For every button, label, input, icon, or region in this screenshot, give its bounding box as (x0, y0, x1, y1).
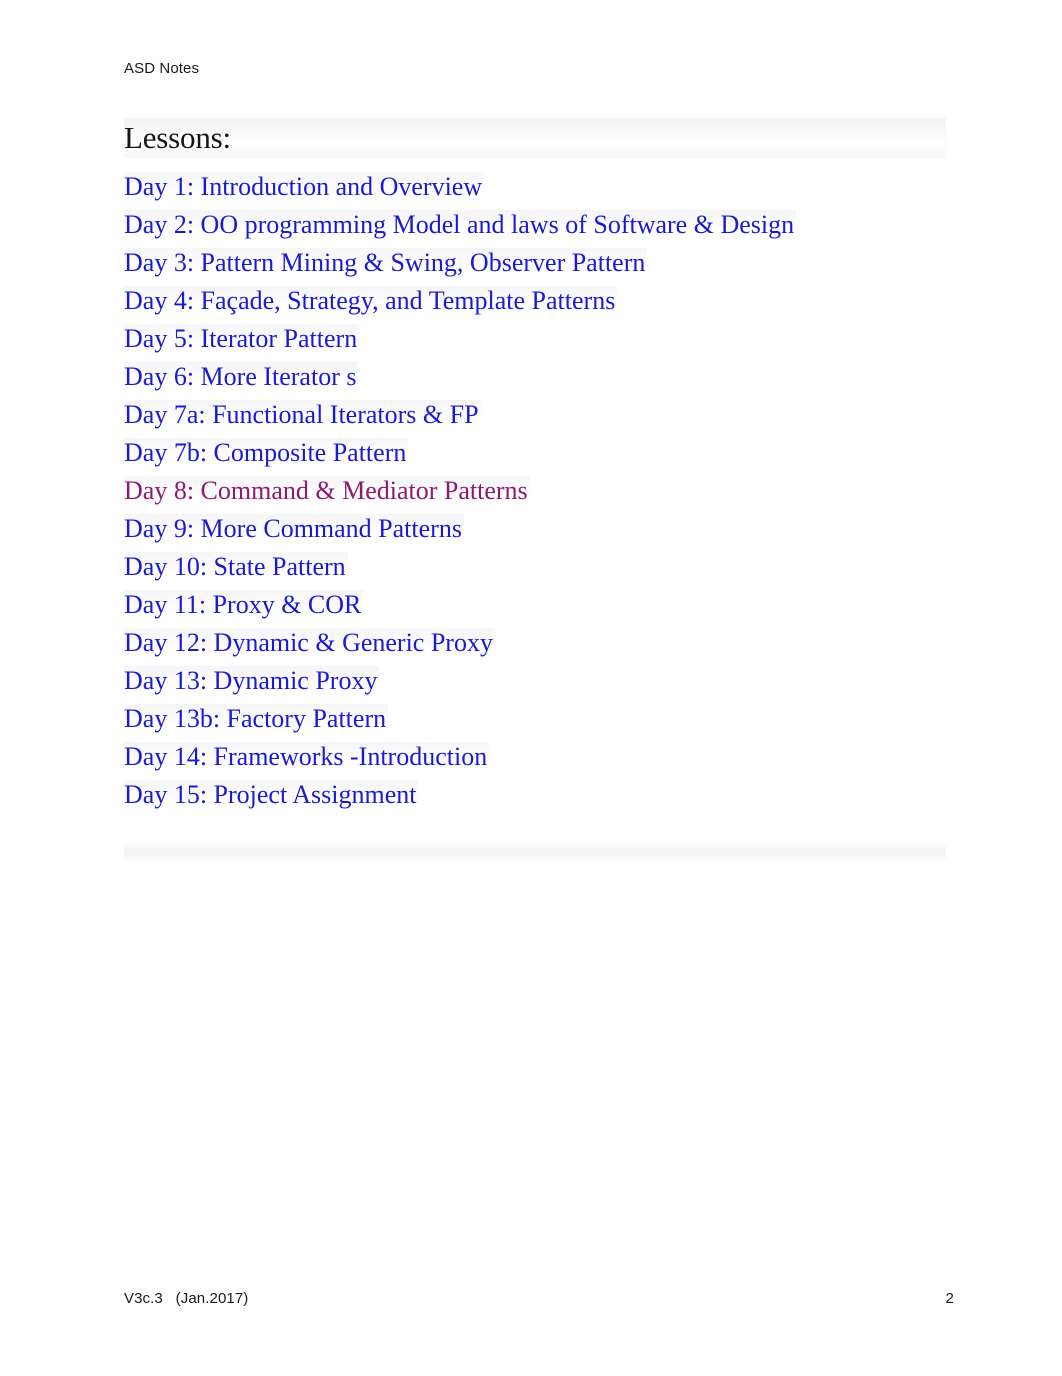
lesson-list-item: Day 7a: Functional Iterators & FP (124, 396, 954, 434)
lesson-link-7[interactable]: Day 7a: Functional Iterators & FP (124, 400, 481, 429)
running-footer: V3c.3 (Jan.2017) 2 (124, 1290, 954, 1308)
lesson-link-15[interactable]: Day 13b: Factory Pattern (124, 704, 389, 733)
footer-version-label: V3c.3 (Jan.2017) (124, 1290, 249, 1307)
lesson-list-item: Day 7b: Composite Pattern (124, 434, 954, 472)
lesson-link-list: Day 1: Introduction and Overview Day 2: O… (124, 168, 954, 814)
lesson-list-item: Day 1: Introduction and Overview (124, 168, 954, 206)
lesson-link-5[interactable]: Day 5: Iterator Pattern (124, 324, 360, 353)
lesson-list-item: Day 4: Façade, Strategy, and Template Pa… (124, 282, 954, 320)
lesson-list-item: Day 13: Dynamic Proxy (124, 662, 954, 700)
lesson-link-14[interactable]: Day 13: Dynamic Proxy (124, 666, 380, 695)
lesson-link-12[interactable]: Day 11: Proxy & COR (124, 590, 364, 619)
lesson-list-item: Day 2: OO programming Model and laws of … (124, 206, 954, 244)
lesson-link-11[interactable]: Day 10: State Pattern (124, 552, 348, 581)
lesson-list-item: Day 12: Dynamic & Generic Proxy (124, 624, 954, 662)
lesson-link-16[interactable]: Day 14: Frameworks -Introduction (124, 742, 490, 771)
list-separator-band (124, 842, 946, 862)
lesson-link-9[interactable]: Day 8: Command & Mediator Patterns (124, 476, 530, 505)
lesson-link-1[interactable]: Day 1: Introduction and Overview (124, 172, 485, 201)
lesson-link-8[interactable]: Day 7b: Composite Pattern (124, 438, 409, 467)
lesson-list-item: Day 13b: Factory Pattern (124, 700, 954, 738)
running-header: ASD Notes (124, 60, 200, 77)
lesson-list-item: Day 8: Command & Mediator Patterns (124, 472, 954, 510)
lesson-list-item: Day 5: Iterator Pattern (124, 320, 954, 358)
lesson-link-13[interactable]: Day 12: Dynamic & Generic Proxy (124, 628, 495, 657)
lesson-list-item: Day 6: More Iterator s (124, 358, 954, 396)
lesson-link-17[interactable]: Day 15: Project Assignment (124, 780, 419, 809)
lesson-link-4[interactable]: Day 4: Façade, Strategy, and Template Pa… (124, 286, 618, 315)
lesson-list-item: Day 3: Pattern Mining & Swing, Observer … (124, 244, 954, 282)
footer-page-number: 2 (945, 1290, 954, 1307)
lesson-link-3[interactable]: Day 3: Pattern Mining & Swing, Observer … (124, 248, 648, 277)
lesson-list-item: Day 11: Proxy & COR (124, 586, 954, 624)
document-page: ASD Notes Lessons: Day 1: Introduction a… (0, 0, 1062, 1376)
lesson-list-item: Day 15: Project Assignment (124, 776, 954, 814)
page-title: Lessons: (124, 120, 231, 155)
lesson-link-6[interactable]: Day 6: More Iterator s (124, 362, 359, 391)
lesson-list-item: Day 9: More Command Patterns (124, 510, 954, 548)
lesson-link-2[interactable]: Day 2: OO programming Model and laws of … (124, 210, 797, 239)
lesson-list-item: Day 10: State Pattern (124, 548, 954, 586)
lesson-list-item: Day 14: Frameworks -Introduction (124, 738, 954, 776)
content-column: Lessons: Day 1: Introduction and Overvie… (124, 118, 954, 814)
lesson-link-10[interactable]: Day 9: More Command Patterns (124, 514, 464, 543)
